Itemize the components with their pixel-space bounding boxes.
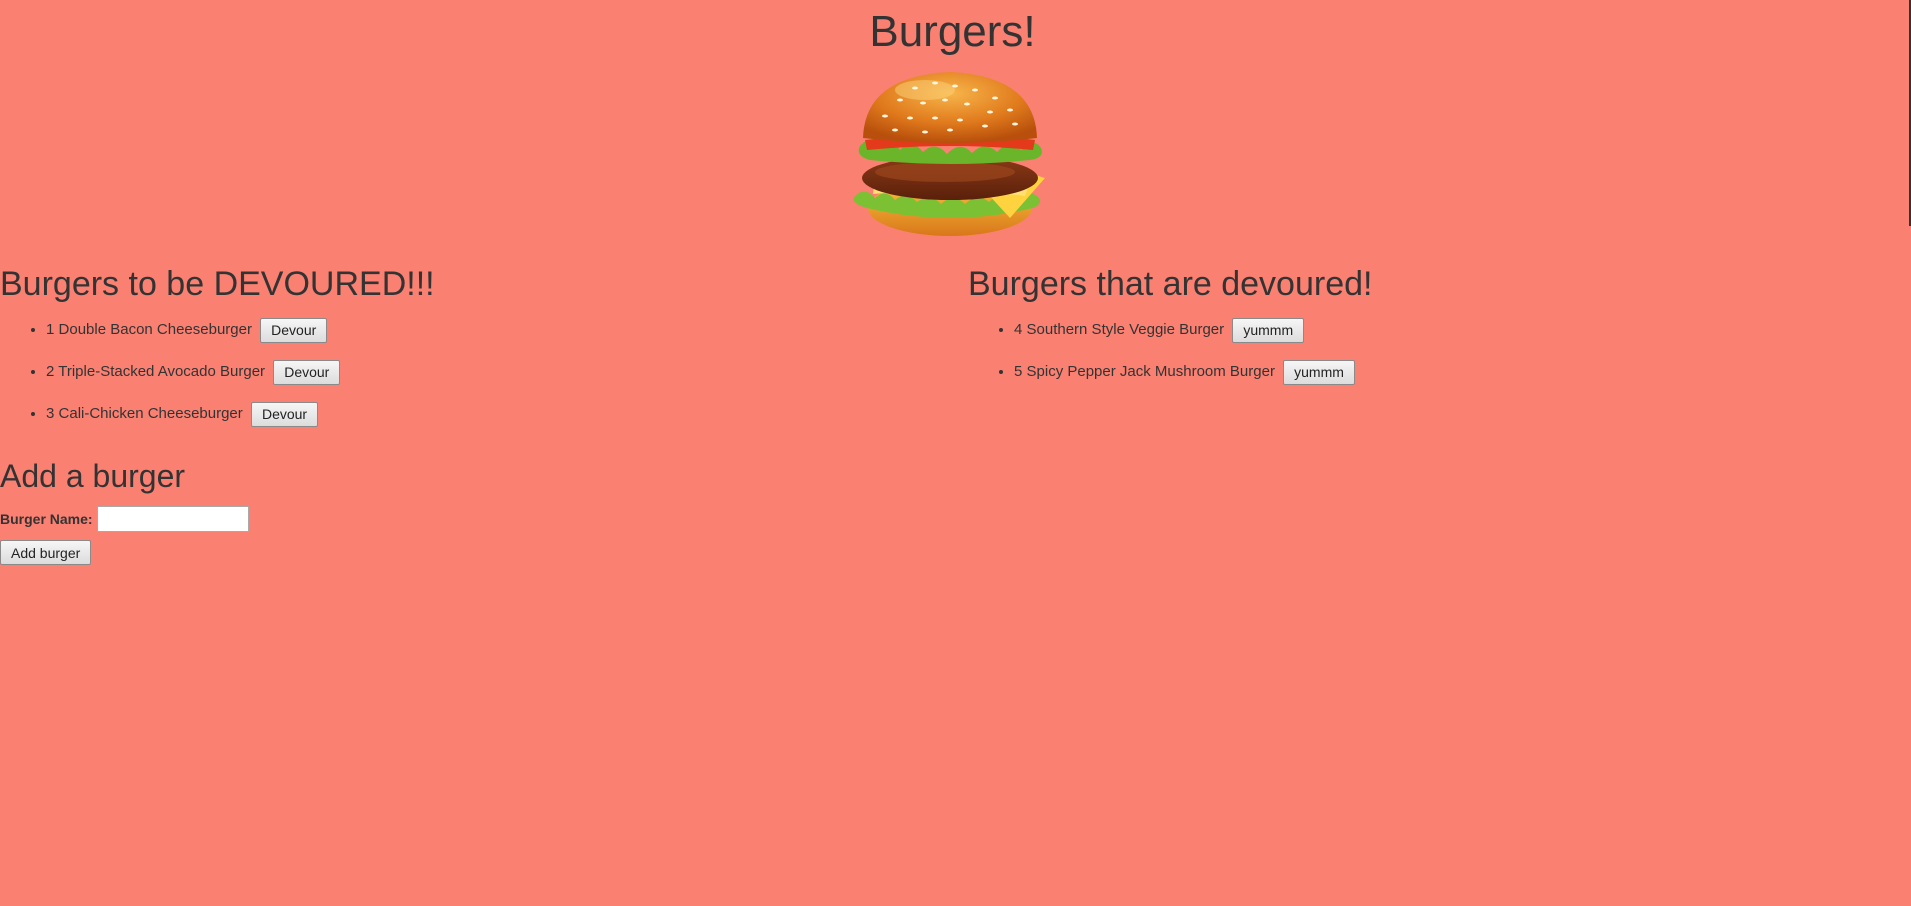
list-item: 3 Cali-Chicken Cheeseburger Devour [46,400,960,442]
add-burger-heading: Add a burger [0,458,186,494]
burger-id: 5 [1014,363,1023,380]
burger-id: 1 [46,321,55,338]
burger-name: Cali-Chicken Cheeseburger [58,405,243,422]
list-item: 4 Southern Style Veggie Burger yummm [1014,316,1898,358]
uneaten-burger-list: 1 Double Bacon Cheeseburger Devour 2 Tri… [0,316,960,442]
burger-name: Double Bacon Cheeseburger [58,321,252,338]
devour-button[interactable]: Devour [250,401,319,427]
burger-name: Spicy Pepper Jack Mushroom Burger [1026,363,1275,380]
list-item: 5 Spicy Pepper Jack Mushroom Burger yumm… [1014,358,1898,400]
burger-name-row: Burger Name: [0,504,600,534]
add-burger-form: Add a burger Burger Name: Add burger [0,454,600,565]
list-item: 1 Double Bacon Cheeseburger Devour [46,316,960,358]
burger-id: 4 [1014,321,1023,338]
burger-id: 3 [46,405,55,422]
yummm-button[interactable]: yummm [1232,317,1305,343]
page-title: Burgers! [869,7,1036,56]
burger-name-input[interactable] [96,506,249,532]
devour-button[interactable]: Devour [273,359,341,385]
uneaten-heading: Burgers to be DEVOURED!!! [0,265,435,303]
list-item: 2 Triple-Stacked Avocado Burger Devour [46,358,960,400]
devoured-burger-list: 4 Southern Style Veggie Burger yummm 5 S… [968,316,1898,400]
yummm-button[interactable]: yummm [1283,359,1355,385]
burger-name: Southern Style Veggie Burger [1026,321,1225,338]
burger-name: Triple-Stacked Avocado Burger [58,363,266,380]
burger-id: 2 [46,363,55,380]
add-burger-button[interactable]: Add burger [0,540,92,565]
devoured-heading: Burgers that are devoured! [968,265,1373,303]
devoured-burgers-section: Burgers that are devoured! 4 Southern St… [968,262,1898,400]
burger-name-label: Burger Name: [0,511,93,527]
devour-button[interactable]: Devour [260,317,328,343]
uneaten-burgers-section: Burgers to be DEVOURED!!! 1 Double Bacon… [0,262,960,442]
burger-image [853,72,1045,236]
